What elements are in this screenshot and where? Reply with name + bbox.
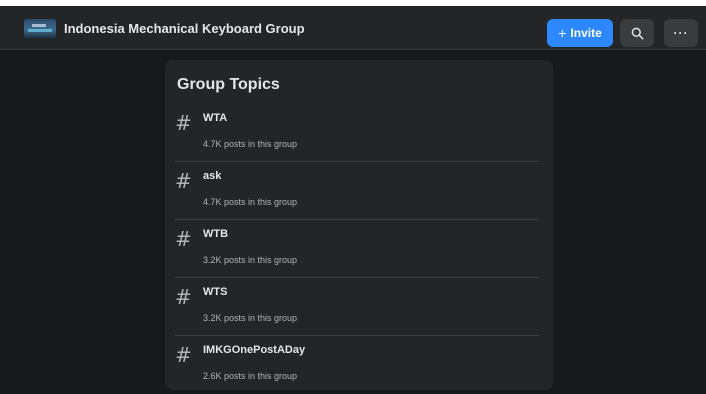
- hashtag-icon: #: [175, 227, 192, 251]
- topic-item[interactable]: # WTS 3.2K posts in this group: [165, 278, 553, 336]
- invite-button[interactable]: + Invite: [547, 19, 613, 47]
- topic-post-count: 3.2K posts in this group: [203, 255, 298, 265]
- topic-post-count: 2.6K posts in this group: [203, 371, 298, 381]
- more-icon: ···: [673, 26, 689, 40]
- more-options-button[interactable]: ···: [664, 19, 698, 47]
- topic-item[interactable]: # ask 4.7K posts in this group: [165, 162, 553, 220]
- group-topics-card: Group Topics # WTA 4.7K posts in this gr…: [165, 60, 553, 390]
- group-avatar[interactable]: [24, 19, 56, 38]
- topic-item[interactable]: # WTB 3.2K posts in this group: [165, 220, 553, 278]
- hashtag-icon: #: [175, 111, 192, 135]
- avatar-detail: [28, 29, 52, 32]
- hashtag-icon: #: [175, 285, 192, 309]
- topic-name: WTS: [203, 286, 228, 298]
- hashtag-icon: #: [175, 343, 192, 367]
- topic-item[interactable]: # WTA 4.7K posts in this group: [165, 104, 553, 162]
- group-name[interactable]: Indonesia Mechanical Keyboard Group: [64, 21, 305, 36]
- search-icon: [631, 27, 644, 40]
- topic-name: WTA: [203, 112, 228, 124]
- card-title: Group Topics: [177, 76, 280, 93]
- group-header: Indonesia Mechanical Keyboard Group + In…: [0, 6, 706, 50]
- invite-button-label: Invite: [570, 26, 602, 40]
- topic-post-count: 4.7K posts in this group: [203, 197, 298, 207]
- topic-post-count: 4.7K posts in this group: [203, 139, 298, 149]
- plus-icon: +: [558, 25, 567, 41]
- topic-name: ask: [203, 170, 222, 182]
- topic-name: WTB: [203, 228, 229, 240]
- hashtag-icon: #: [175, 169, 192, 193]
- topic-post-count: 3.2K posts in this group: [203, 313, 298, 323]
- topic-name: IMKGOnePostADay: [203, 344, 306, 356]
- avatar-detail: [32, 24, 46, 27]
- topic-item[interactable]: # IMKGOnePostADay 2.6K posts in this gro…: [165, 336, 553, 394]
- search-button[interactable]: [620, 19, 654, 47]
